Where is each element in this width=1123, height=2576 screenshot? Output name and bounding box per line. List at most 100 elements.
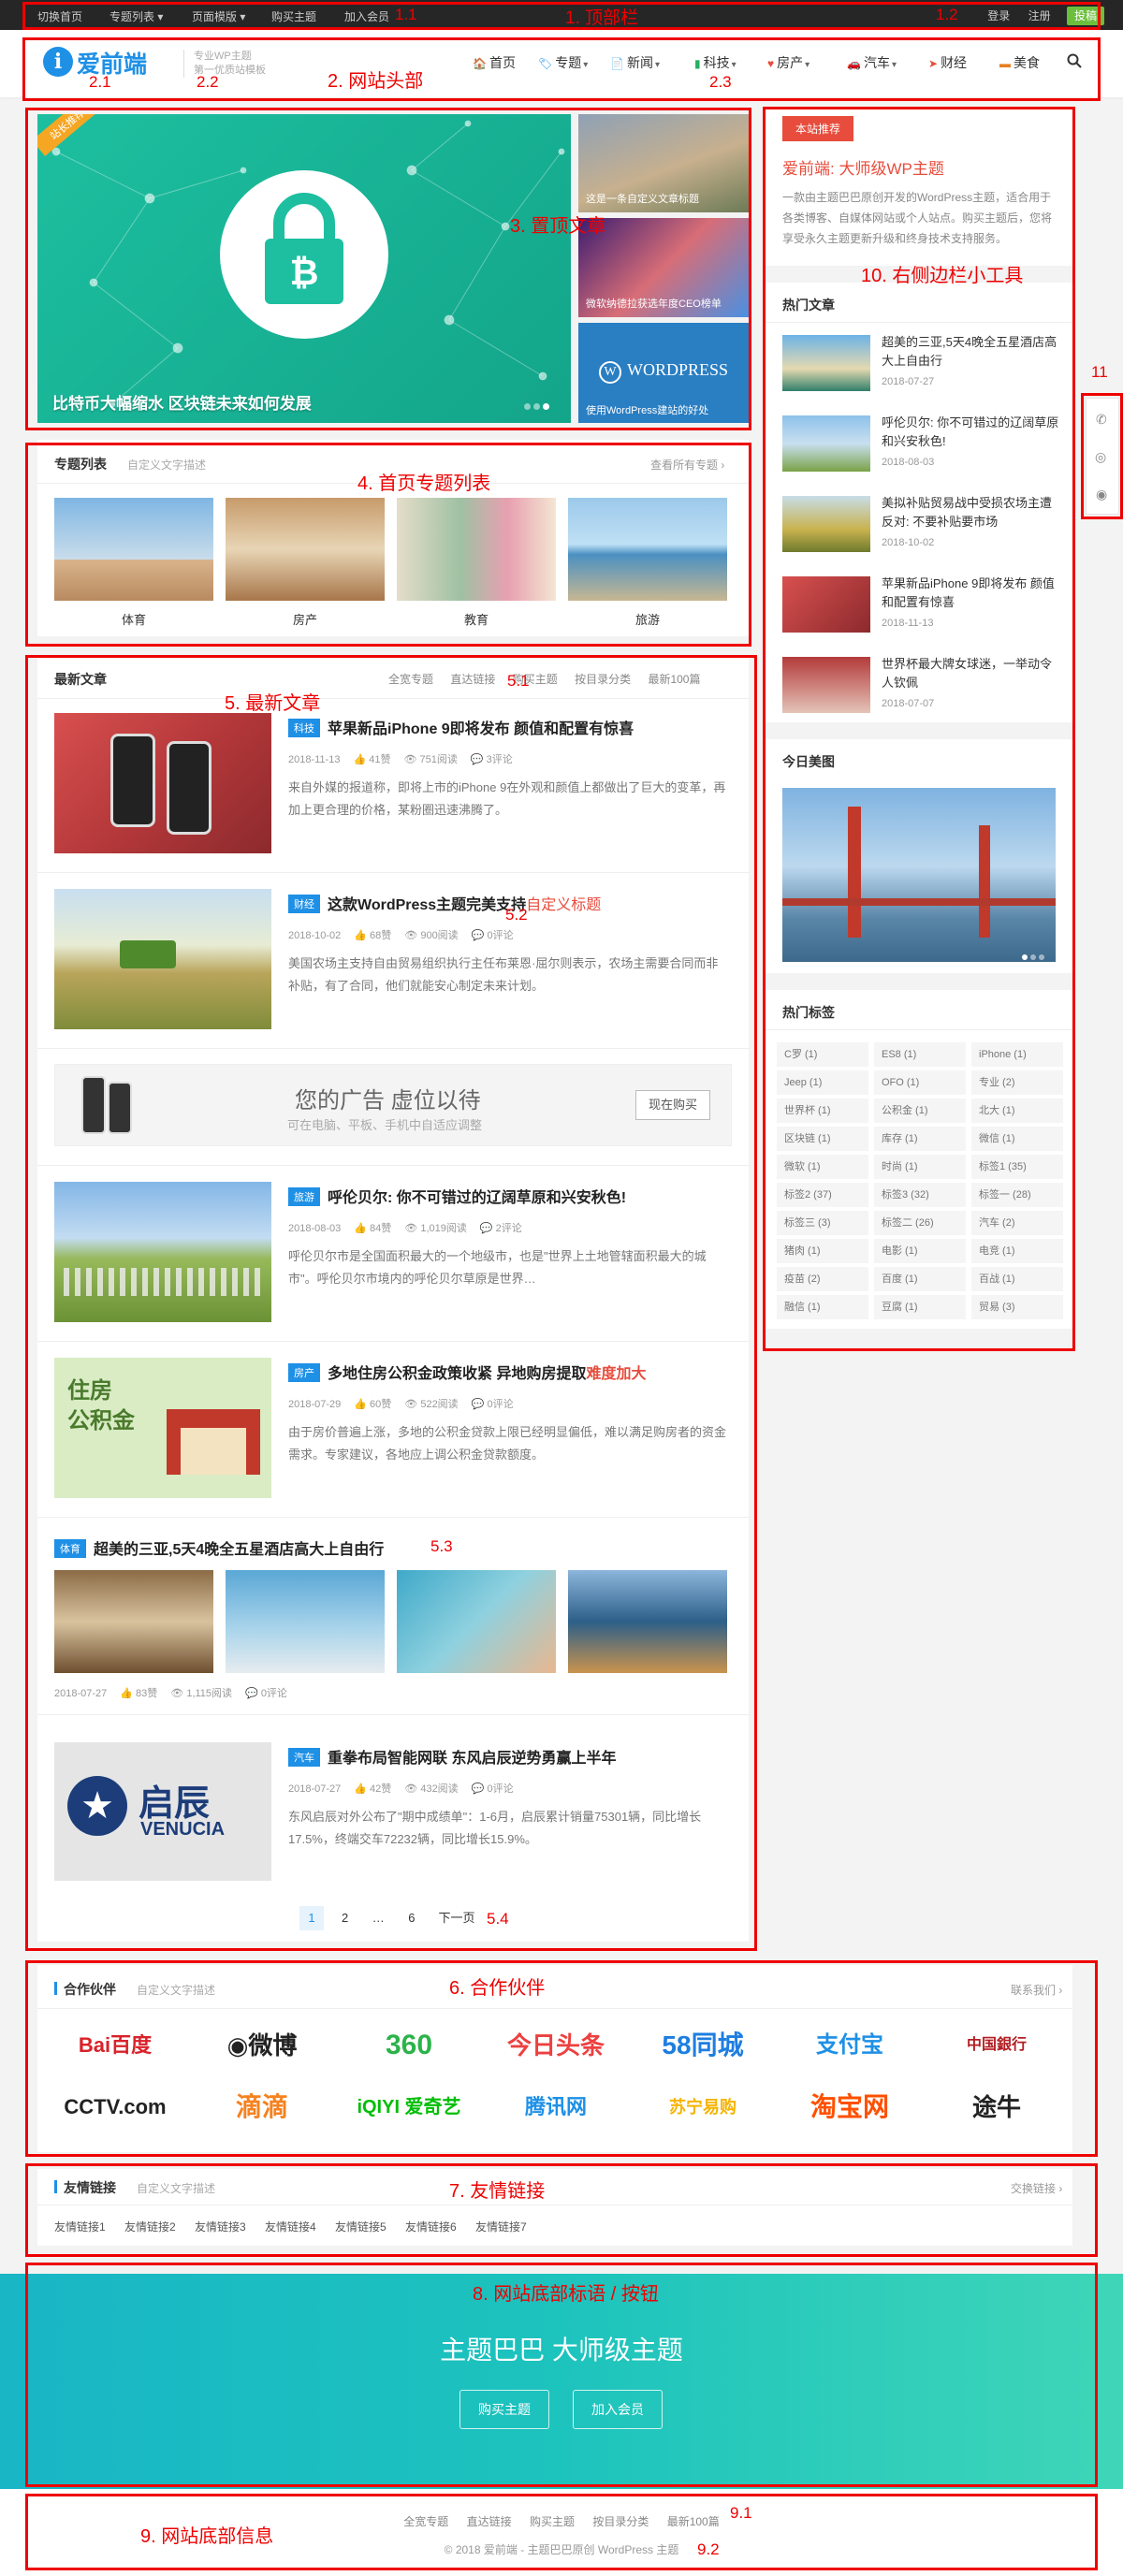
topic-card-education[interactable]: [397, 498, 556, 601]
tag-chip[interactable]: 电竞 (1): [971, 1239, 1063, 1263]
all-topics-link[interactable]: 查看所有专题 ›: [650, 457, 724, 473]
partner-logo[interactable]: 腾讯网: [486, 2087, 626, 2128]
hot-post-thumb[interactable]: [782, 657, 870, 713]
partner-logo[interactable]: 今日头条: [486, 2025, 626, 2066]
tag-chip[interactable]: 库存 (1): [874, 1127, 966, 1151]
nav-item-0[interactable]: 🏠 首页: [473, 53, 518, 72]
weibo-icon[interactable]: ◉: [1096, 487, 1107, 502]
friend-link[interactable]: 友情链接1: [54, 2219, 106, 2234]
tag-chip[interactable]: 世界杯 (1): [777, 1099, 868, 1123]
tag-chip[interactable]: 豆腐 (1): [874, 1295, 966, 1319]
search-icon[interactable]: [1067, 53, 1084, 70]
logo-icon[interactable]: i: [43, 47, 73, 77]
tag-chip[interactable]: iPhone (1): [971, 1042, 1063, 1067]
featured-slider[interactable]: ₿ 站长推荐 比特币大幅缩水 区块链未来如何发展: [37, 114, 571, 423]
post-title-1[interactable]: 科技 苹果新品iPhone 9即将发布 颜值和配置有惊喜: [288, 716, 634, 738]
cta-join-button[interactable]: 加入会员: [573, 2390, 663, 2429]
topic-label-education[interactable]: 教育: [397, 610, 556, 628]
tag-chip[interactable]: 标签2 (37): [777, 1183, 868, 1207]
footer-link-fullwidth[interactable]: 全宽专题: [403, 2515, 448, 2528]
tag-chip[interactable]: 北大 (1): [971, 1099, 1063, 1123]
tag-chip[interactable]: 标签二 (26): [874, 1211, 966, 1235]
gallery-image-1[interactable]: [54, 1570, 213, 1673]
tag-chip[interactable]: 标签三 (3): [777, 1211, 868, 1235]
nav-item-2[interactable]: 📄 新闻 ▾: [610, 53, 660, 72]
friend-link[interactable]: 友情链接3: [195, 2219, 246, 2234]
topbar-link-home[interactable]: 切换首页: [37, 8, 82, 24]
friend-link[interactable]: 友情链接2: [124, 2219, 176, 2234]
login-link[interactable]: 登录: [987, 9, 1010, 22]
hot-post-thumb[interactable]: [782, 576, 870, 633]
page-1[interactable]: 1: [299, 1906, 324, 1930]
page-6[interactable]: 6: [400, 1906, 424, 1930]
tag-chip[interactable]: 汽车 (2): [971, 1211, 1063, 1235]
post-tag-2[interactable]: 财经: [288, 895, 320, 913]
slider-side-1[interactable]: 这是一条自定义文章标题: [578, 114, 749, 212]
nav-item-4[interactable]: ♥ 房产 ▾: [767, 53, 809, 72]
post-thumb-grassland[interactable]: [54, 1182, 271, 1322]
post-thumb-iphone[interactable]: [54, 713, 271, 853]
post-thumb-farm[interactable]: [54, 889, 271, 1029]
footer-link-buy[interactable]: 购买主题: [530, 2515, 575, 2528]
gallery-image-4[interactable]: [568, 1570, 727, 1673]
exchange-links-link[interactable]: 交换链接 ›: [1011, 2180, 1062, 2196]
post-tag-4[interactable]: 房产: [288, 1363, 320, 1382]
partner-logo[interactable]: Bai百度: [45, 2025, 185, 2066]
golden-gate-image[interactable]: [782, 788, 1056, 962]
tag-chip[interactable]: 专业 (2): [971, 1070, 1063, 1095]
hot-post-thumb[interactable]: [782, 496, 870, 552]
partner-logo[interactable]: CCTV.com: [45, 2087, 185, 2128]
topic-label-sports[interactable]: 体育: [54, 610, 213, 628]
tag-chip[interactable]: ES8 (1): [874, 1042, 966, 1067]
nav-item-5[interactable]: 🚗 汽车 ▾: [847, 53, 897, 72]
topbar-link-topics[interactable]: 专题列表 ▾: [109, 8, 163, 24]
slider-caption[interactable]: 比特币大幅缩水 区块链未来如何发展: [52, 390, 312, 414]
tag-chip[interactable]: 标签一 (28): [971, 1183, 1063, 1207]
tag-chip[interactable]: 百战 (1): [971, 1267, 1063, 1291]
tag-chip[interactable]: OFO (1): [874, 1070, 966, 1095]
tag-chip[interactable]: 猪肉 (1): [777, 1239, 868, 1263]
partner-logo[interactable]: 途牛: [926, 2087, 1067, 2128]
tag-chip[interactable]: C罗 (1): [777, 1042, 868, 1067]
filter-link-category[interactable]: 按目录分类: [575, 673, 631, 686]
gallery-post-title[interactable]: 体育 超美的三亚,5天4晚全五星酒店高大上自由行: [54, 1536, 384, 1559]
topic-label-travel[interactable]: 旅游: [568, 610, 727, 628]
tag-chip[interactable]: 区块链 (1): [777, 1127, 868, 1151]
friend-link[interactable]: 友情链接5: [335, 2219, 386, 2234]
topic-label-realestate[interactable]: 房产: [226, 610, 385, 628]
nav-item-6[interactable]: ➤ 财经: [928, 53, 969, 72]
tag-chip[interactable]: 电影 (1): [874, 1239, 966, 1263]
topic-card-sports[interactable]: [54, 498, 213, 601]
post-title-4[interactable]: 房产 多地住房公积金政策收紧 异地购房提取难度加大: [288, 1361, 646, 1383]
hot-post-thumb[interactable]: [782, 335, 870, 391]
partner-logo[interactable]: 360: [339, 2025, 479, 2066]
partner-logo[interactable]: iQIYI 爱奇艺: [339, 2087, 479, 2128]
hot-post-title[interactable]: 美拟补贴贸易战中受损农场主遭反对: 不要补贴要市场: [882, 494, 1059, 531]
logo-text[interactable]: 爱前端: [77, 46, 147, 80]
tag-chip[interactable]: 标签1 (35): [971, 1155, 1063, 1179]
nav-item-7[interactable]: ▬ 美食: [999, 53, 1042, 72]
recommend-title[interactable]: 爱前端: 大师级WP主题: [782, 155, 944, 179]
tag-chip[interactable]: 疫苗 (2): [777, 1267, 868, 1291]
post-title-5[interactable]: 汽车 重拳布局智能网联 东风启辰逆势勇赢上半年: [288, 1745, 616, 1768]
tag-chip[interactable]: 微软 (1): [777, 1155, 868, 1179]
hot-post-title[interactable]: 超美的三亚,5天4晚全五星酒店高大上自由行: [882, 333, 1059, 371]
filter-link-fullwidth[interactable]: 全宽专题: [388, 673, 433, 686]
tag-chip[interactable]: 贸易 (3): [971, 1295, 1063, 1319]
post-title-3[interactable]: 旅游 呼伦贝尔: 你不可错过的辽阔草原和兴安秋色!: [288, 1185, 626, 1207]
tag-chip[interactable]: 微信 (1): [971, 1127, 1063, 1151]
partner-logo[interactable]: 58同城: [633, 2025, 773, 2066]
topbar-link-templates[interactable]: 页面模版 ▾: [192, 8, 245, 24]
tag-chip[interactable]: 时尚 (1): [874, 1155, 966, 1179]
post-tag-5[interactable]: 汽车: [288, 1748, 320, 1767]
partner-logo[interactable]: ◉微博: [192, 2025, 332, 2066]
wechat-icon[interactable]: ◎: [1095, 449, 1106, 465]
hot-post-title[interactable]: 世界杯最大牌女球迷，一举动令人钦佩: [882, 655, 1059, 692]
post-thumb-venucia[interactable]: ★ 启辰 VENUCIA: [54, 1742, 271, 1881]
gallery-image-3[interactable]: [397, 1570, 556, 1673]
tag-chip[interactable]: 百度 (1): [874, 1267, 966, 1291]
topic-card-travel[interactable]: [568, 498, 727, 601]
footer-link-latest100[interactable]: 最新100篇: [667, 2515, 720, 2528]
partner-logo[interactable]: 苏宁易购: [633, 2087, 773, 2128]
partner-logo[interactable]: 中国銀行: [926, 2025, 1067, 2066]
